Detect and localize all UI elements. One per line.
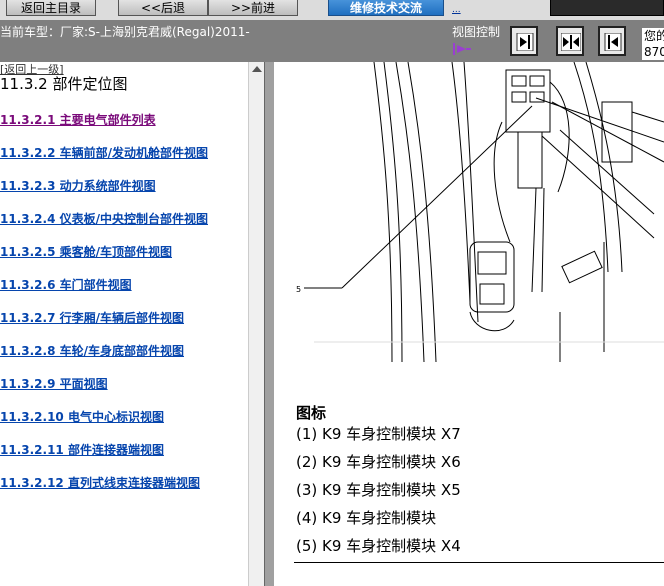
forward-button[interactable]: >>前进 <box>208 0 298 16</box>
arrow-left-bar-icon <box>604 33 622 51</box>
more-link[interactable]: ... <box>452 5 461 15</box>
top-toolbar: 返回主目录 <<后退 >>前进 维修技术交流 ... <box>0 0 664 20</box>
nav-item-2[interactable]: 11.3.2.2 车辆前部/发动机舱部件视图 <box>0 144 208 161</box>
fit-right-button[interactable] <box>510 26 538 56</box>
legend-item-1: (1) K9 车身控制模块 X7 <box>296 425 461 443</box>
nav-scrollbar[interactable] <box>248 62 264 586</box>
callout-5: 5 <box>296 285 301 294</box>
back-button[interactable]: <<后退 <box>118 0 208 16</box>
side-info-line-1: 您的 <box>644 29 664 43</box>
legend-item-5: (5) K9 车身控制模块 X4 <box>296 537 461 555</box>
tech-exchange-button[interactable]: 维修技术交流 <box>328 0 444 16</box>
component-location-diagram: 5 <box>296 62 664 362</box>
legend-item-2: (2) K9 车身控制模块 X6 <box>296 453 461 471</box>
flag-arrow-icon[interactable] <box>452 41 472 57</box>
nav-item-11[interactable]: 11.3.2.11 部件连接器端视图 <box>0 441 164 458</box>
legend-item-4: (4) K9 车身控制模块 <box>296 509 437 527</box>
home-button[interactable]: 返回主目录 <box>6 0 96 16</box>
nav-item-5[interactable]: 11.3.2.5 乘客舱/车顶部件视图 <box>0 243 172 260</box>
section-title: 11.3.2 部件定位图 <box>0 75 128 93</box>
fit-both-button[interactable] <box>556 26 584 56</box>
current-car-label: 当前车型：厂家:S-上海别克君威(Regal)2011- <box>0 25 250 39</box>
content-pane: 5 图标 (1) K9 车身控制模块 X7 (2) K9 车身控制模块 X6 (… <box>274 62 664 586</box>
nav-item-4[interactable]: 11.3.2.4 仪表板/中央控制台部件视图 <box>0 210 208 227</box>
legend-title: 图标 <box>296 404 327 422</box>
toolbar-dark-button[interactable] <box>550 0 664 16</box>
nav-item-10[interactable]: 11.3.2.10 电气中心标识视图 <box>0 408 164 425</box>
info-bar: 当前车型：厂家:S-上海别克君威(Regal)2011- 视图控制 您的 870 <box>0 20 664 62</box>
pane-splitter[interactable] <box>264 62 274 586</box>
nav-item-3[interactable]: 11.3.2.3 动力系统部件视图 <box>0 177 156 194</box>
view-control-label: 视图控制 <box>452 25 501 39</box>
nav-item-7[interactable]: 11.3.2.7 行李厢/车辆后部件视图 <box>0 309 184 326</box>
side-info: 您的 870 <box>642 28 664 60</box>
nav-item-12[interactable]: 11.3.2.12 直列式线束连接器端视图 <box>0 474 200 491</box>
fit-left-button[interactable] <box>598 26 626 56</box>
arrows-inward-icon <box>561 33 581 51</box>
nav-item-1[interactable]: 11.3.2.1 主要电气部件列表 <box>0 111 156 128</box>
nav-item-9[interactable]: 11.3.2.9 平面视图 <box>0 375 108 392</box>
nav-item-8[interactable]: 11.3.2.8 车轮/车身底部部件视图 <box>0 342 184 359</box>
side-info-line-2: 870 <box>644 45 664 59</box>
legend-item-3: (3) K9 车身控制模块 X5 <box>296 481 461 499</box>
scroll-up-arrow-icon[interactable] <box>252 66 262 72</box>
legend-divider <box>294 562 664 563</box>
nav-item-6[interactable]: 11.3.2.6 车门部件视图 <box>0 276 132 293</box>
arrow-right-bar-icon <box>516 33 534 51</box>
nav-pane: [返回上一级] 11.3.2 部件定位图 11.3.2.1 主要电气部件列表 1… <box>0 62 248 586</box>
